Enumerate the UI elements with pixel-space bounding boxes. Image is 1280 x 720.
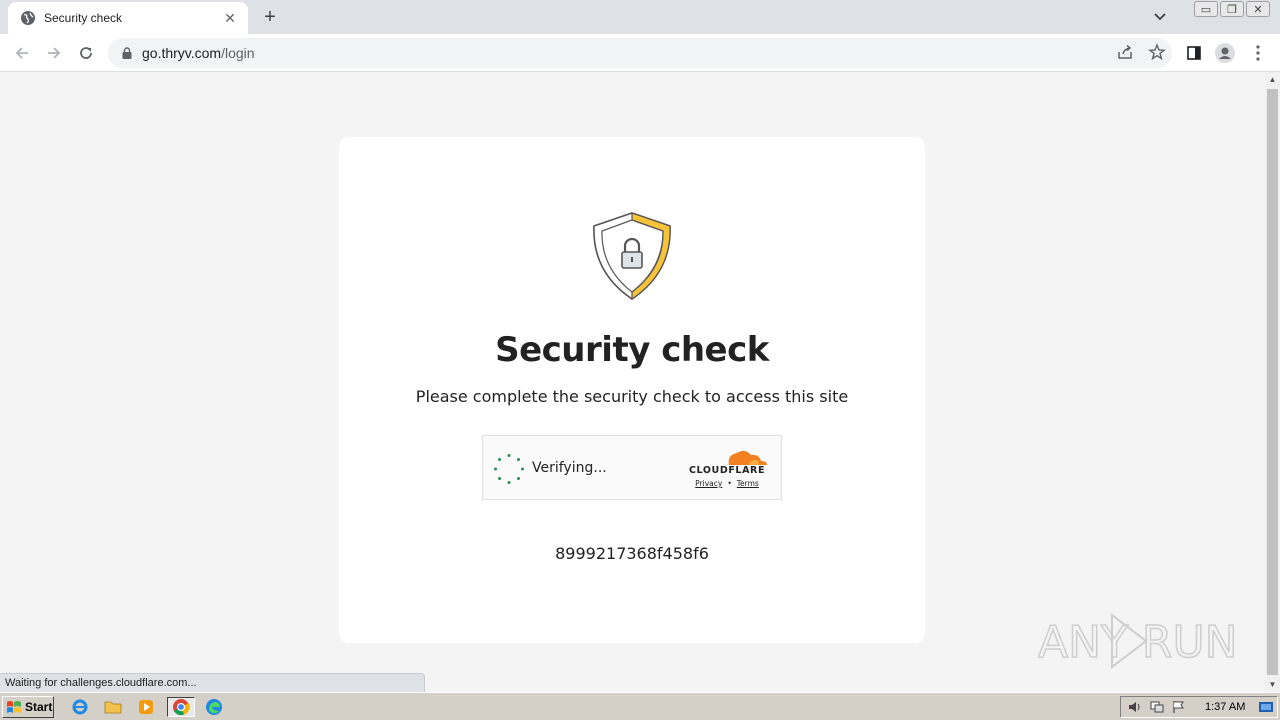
- link-separator: •: [727, 479, 732, 488]
- anyrun-watermark: ANY RUN: [1038, 612, 1238, 670]
- share-icon[interactable]: [1116, 43, 1134, 61]
- network-icon[interactable]: [1149, 700, 1165, 714]
- reload-icon: [80, 47, 92, 59]
- folder-icon: [104, 701, 122, 714]
- scroll-down-icon[interactable]: ▼: [1265, 677, 1280, 692]
- lock-icon[interactable]: [120, 46, 134, 60]
- vertical-scrollbar[interactable]: ▲ ▼: [1265, 72, 1280, 692]
- taskbar: Start 1:37 AM: [0, 692, 1280, 720]
- reload-button[interactable]: [75, 42, 97, 64]
- status-bar: Waiting for challenges.cloudflare.com...: [0, 673, 425, 692]
- edge-button[interactable]: [203, 697, 225, 717]
- watermark-text: ANY RUN: [1038, 617, 1238, 668]
- security-card: Security check Please complete the secur…: [339, 137, 925, 643]
- explorer-button[interactable]: [102, 697, 124, 717]
- globe-icon: [21, 11, 35, 25]
- page-title: Security check: [495, 330, 769, 370]
- scroll-thumb[interactable]: [1267, 89, 1278, 675]
- url-path: /login: [221, 45, 255, 61]
- page-viewport: Security check Please complete the secur…: [0, 72, 1265, 692]
- privacy-link[interactable]: Privacy: [695, 479, 722, 488]
- flag-icon[interactable]: [1171, 700, 1187, 714]
- media-player-button[interactable]: [135, 697, 157, 717]
- tab-close-icon[interactable]: ✕: [222, 10, 238, 26]
- spinner-icon: [494, 454, 524, 484]
- turnstile-widget[interactable]: Verifying... CLOUDFLARE Privacy • Terms: [482, 435, 782, 500]
- edge-icon: [206, 699, 222, 715]
- arrow-left-icon: [15, 47, 28, 59]
- kebab-menu-icon: [1256, 45, 1260, 61]
- speaker-icon[interactable]: [1127, 700, 1143, 714]
- omnibox-actions: [1116, 43, 1166, 61]
- ie-button[interactable]: [69, 697, 91, 717]
- new-tab-button[interactable]: +: [258, 7, 282, 27]
- browser-toolbar: go.thryv.com/login: [0, 34, 1280, 72]
- avatar-icon: [1215, 43, 1235, 63]
- cloudflare-links: Privacy • Terms: [687, 479, 767, 488]
- cloudflare-brand: CLOUDFLARE: [688, 465, 766, 476]
- chevron-down-icon[interactable]: [1151, 9, 1169, 25]
- restore-button[interactable]: ❐: [1220, 1, 1244, 17]
- shield-lock-icon: [593, 212, 671, 301]
- menu-button[interactable]: [1248, 43, 1268, 63]
- scroll-up-icon[interactable]: ▲: [1265, 72, 1280, 87]
- minimize-button[interactable]: ▭: [1194, 1, 1218, 17]
- internet-explorer-icon: [72, 699, 88, 715]
- verifying-text: Verifying...: [532, 460, 607, 476]
- clock: 1:37 AM: [1205, 701, 1246, 713]
- arrow-right-icon: [48, 47, 61, 59]
- start-button[interactable]: Start: [2, 696, 54, 718]
- side-panel-button[interactable]: [1184, 43, 1204, 63]
- system-tray: 1:37 AM: [1120, 696, 1278, 718]
- page-subtitle: Please complete the security check to ac…: [415, 387, 849, 406]
- chrome-taskbar-button[interactable]: [167, 697, 195, 717]
- star-icon[interactable]: [1148, 43, 1166, 61]
- side-panel-icon: [1187, 46, 1201, 60]
- media-player-icon: [139, 700, 153, 714]
- ray-id: 8999217368f458f6: [555, 544, 709, 563]
- start-label: Start: [25, 700, 53, 714]
- show-desktop-icon[interactable]: [1258, 700, 1274, 714]
- tab-strip: Security check ✕ + ▭ ❐ ✕: [0, 0, 1280, 34]
- address-bar[interactable]: go.thryv.com/login: [108, 38, 1172, 68]
- terms-link[interactable]: Terms: [737, 479, 759, 488]
- profile-button[interactable]: [1215, 43, 1235, 63]
- window-close-button[interactable]: ✕: [1246, 1, 1270, 17]
- windows-logo-icon: [7, 701, 21, 713]
- chrome-icon: [173, 699, 190, 716]
- window-controls: ▭ ❐ ✕: [1194, 1, 1270, 17]
- forward-button[interactable]: [43, 42, 65, 64]
- tab-title: Security check: [44, 11, 123, 25]
- url-host: go.thryv.com: [142, 45, 222, 61]
- browser-tab[interactable]: Security check ✕: [8, 2, 248, 34]
- back-button[interactable]: [11, 42, 33, 64]
